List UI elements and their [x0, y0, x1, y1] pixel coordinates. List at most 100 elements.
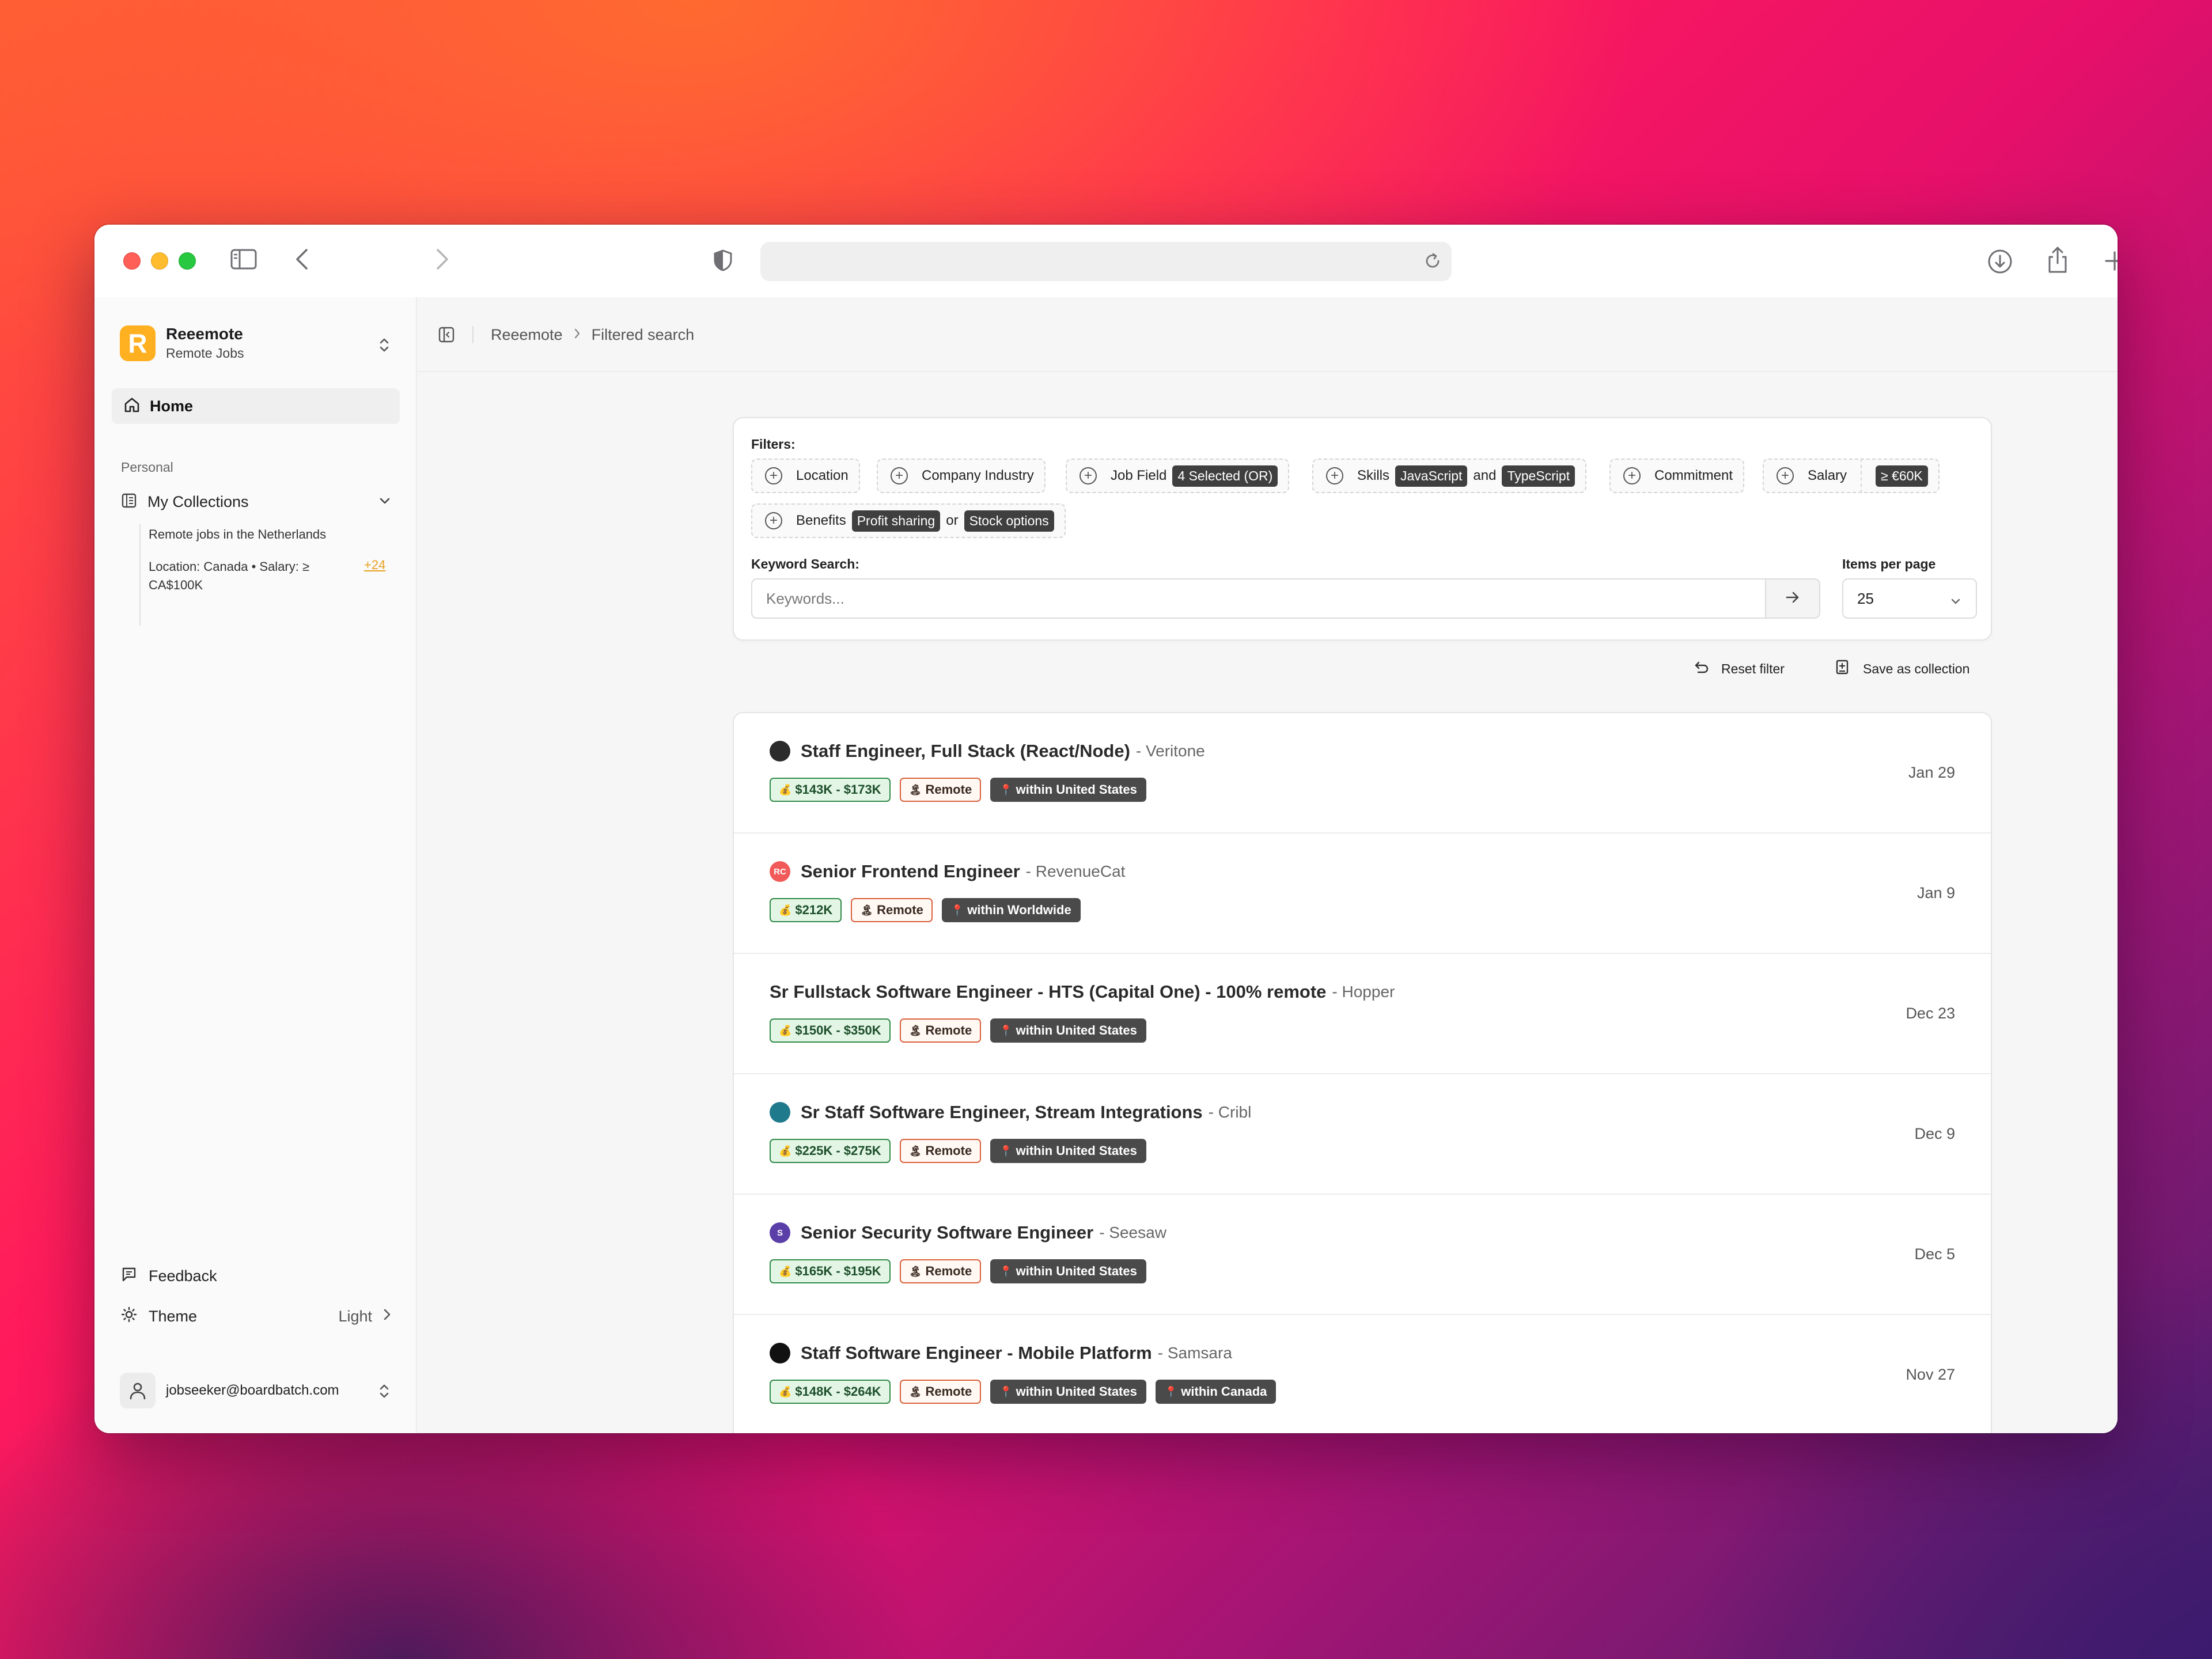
- sidebar-toggle-icon[interactable]: [230, 249, 257, 270]
- filter-commitment[interactable]: + Commitment: [1609, 459, 1745, 493]
- salary-badge-text: $225K - $275K: [795, 1143, 881, 1158]
- plus-circle-icon: +: [1326, 467, 1343, 484]
- plus-circle-icon: +: [765, 467, 782, 484]
- workspace-switcher[interactable]: R Reeemote Remote Jobs: [120, 325, 244, 361]
- job-row[interactable]: Sr Staff Software Engineer, Stream Integ…: [734, 1074, 1991, 1195]
- posted-date: Dec 5: [1914, 1245, 1955, 1263]
- address-bar[interactable]: [760, 242, 1452, 281]
- company-name: - Seesaw: [1099, 1224, 1166, 1241]
- downloads-icon[interactable]: [1987, 249, 2013, 274]
- breadcrumb-root[interactable]: Reeemote: [491, 326, 563, 344]
- job-title[interactable]: Sr Fullstack Software Engineer - HTS (Ca…: [770, 982, 1326, 1002]
- chevron-up-down-icon[interactable]: [378, 1382, 391, 1403]
- chevron-up-down-icon[interactable]: [378, 336, 391, 357]
- job-row[interactable]: Staff Engineer, Full Stack (React/Node) -…: [734, 713, 1991, 834]
- chevron-right-icon: [573, 326, 581, 344]
- salary-badge: 💰 $150K - $350K: [770, 1018, 891, 1043]
- feedback-label: Feedback: [149, 1267, 217, 1285]
- company-logo-icon: [770, 1343, 790, 1363]
- forward-icon[interactable]: [435, 248, 449, 271]
- job-tags: 💰 $143K - $173K 🏝 Remote 📍 within United Stat…: [770, 778, 1156, 802]
- job-title[interactable]: Senior Security Software Engineer: [801, 1222, 1093, 1243]
- filter-job-field[interactable]: + Job Field 4 Selected (OR): [1066, 459, 1290, 493]
- filter-label: Benefits: [796, 513, 846, 528]
- money-bag-icon: 💰: [779, 1385, 792, 1397]
- filter-location[interactable]: + Location: [751, 459, 860, 493]
- location-badge: 📍 within United States: [990, 1139, 1146, 1163]
- job-title[interactable]: Staff Engineer, Full Stack (React/Node): [801, 741, 1130, 762]
- close-window-button[interactable]: [123, 252, 141, 270]
- pin-icon: 📍: [999, 1265, 1013, 1277]
- plus-circle-icon: +: [765, 512, 782, 529]
- job-title-row: Staff Software Engineer - Mobile Platfor…: [770, 1343, 1232, 1363]
- collection-count-badge[interactable]: +24: [364, 558, 385, 573]
- chevron-right-icon: [382, 1308, 392, 1325]
- user-menu[interactable]: jobseeker@boardbatch.com: [120, 1372, 391, 1409]
- undo-icon: [1692, 659, 1709, 679]
- theme-switcher[interactable]: Theme Light: [121, 1306, 392, 1327]
- sidebar: R Reeemote Remote Jobs Home Personal My …: [94, 297, 417, 1433]
- job-title[interactable]: Senior Frontend Engineer: [801, 861, 1020, 882]
- divider: [472, 326, 474, 343]
- remote-badge-text: Remote: [925, 782, 972, 797]
- pin-icon: 📍: [1164, 1385, 1178, 1397]
- job-row[interactable]: Staff Software Engineer - Mobile Platfor…: [734, 1315, 1991, 1433]
- island-icon: 🏝: [908, 1385, 922, 1397]
- remote-badge-text: Remote: [925, 1384, 972, 1399]
- location-badge: 📍 within Canada: [1155, 1380, 1277, 1404]
- items-per-page-value: 25: [1857, 589, 1874, 607]
- job-title-row: Sr Fullstack Software Engineer - HTS (Ca…: [770, 982, 1395, 1002]
- sidebar-item-home[interactable]: Home: [112, 388, 400, 424]
- user-email: jobseeker@boardbatch.com: [166, 1382, 339, 1398]
- job-title[interactable]: Staff Software Engineer - Mobile Platfor…: [801, 1343, 1152, 1363]
- filter-label: Job Field: [1111, 468, 1167, 483]
- save-collection-label: Save as collection: [1863, 661, 1970, 676]
- filter-skills[interactable]: + Skills JavaScript and TypeScript: [1312, 459, 1587, 493]
- reset-filter-button[interactable]: Reset filter: [1692, 659, 1785, 679]
- pin-icon: 📍: [999, 1385, 1013, 1397]
- filter-conjunction: or: [946, 513, 959, 528]
- company-name: - Samsara: [1157, 1344, 1232, 1362]
- keyword-search-input[interactable]: [751, 578, 1766, 619]
- job-row[interactable]: S Senior Security Software Engineer - Sees…: [734, 1195, 1991, 1315]
- location-badge-text: within Worldwide: [967, 903, 1071, 917]
- avatar: [120, 1373, 156, 1408]
- job-row[interactable]: RC Senior Frontend Engineer - RevenueCat 💰 $…: [734, 834, 1991, 954]
- island-icon: 🏝: [908, 783, 922, 796]
- breadcrumb: Reeemote Filtered search: [491, 326, 694, 344]
- feedback-button[interactable]: Feedback: [121, 1266, 392, 1286]
- salary-badge-text: $150K - $350K: [795, 1023, 881, 1037]
- job-row[interactable]: Sr Fullstack Software Engineer - HTS (Ca…: [734, 954, 1991, 1074]
- browser-window: R Reeemote Remote Jobs Home Personal My …: [94, 225, 2118, 1433]
- job-title[interactable]: Sr Staff Software Engineer, Stream Integ…: [801, 1102, 1203, 1123]
- share-icon[interactable]: [2046, 245, 2069, 274]
- chevron-down-icon[interactable]: [378, 495, 392, 510]
- items-per-page-select[interactable]: 25: [1842, 578, 1977, 619]
- back-icon[interactable]: [295, 248, 309, 271]
- remote-badge: 🏝 Remote: [899, 778, 982, 802]
- filter-value-tag: 4 Selected (OR): [1172, 465, 1278, 487]
- location-badge: 📍 within United States: [990, 778, 1146, 802]
- privacy-shield-icon[interactable]: [713, 249, 733, 272]
- sun-icon: [121, 1306, 137, 1327]
- posted-date: Dec 9: [1914, 1125, 1955, 1142]
- minimize-window-button[interactable]: [151, 252, 168, 270]
- sidebar-item-my-collections[interactable]: My Collections: [121, 487, 392, 516]
- filter-salary[interactable]: + Salary ≥ €60K: [1763, 459, 1940, 493]
- reload-icon[interactable]: [1423, 251, 1442, 274]
- collection-item[interactable]: Location: Canada • Salary: ≥ CA$100K: [149, 558, 339, 594]
- search-submit-button[interactable]: [1765, 578, 1820, 619]
- collection-item[interactable]: Remote jobs in the Netherlands: [149, 525, 326, 544]
- filter-benefits[interactable]: + Benefits Profit sharing or Stock optio…: [751, 503, 1066, 538]
- remote-badge: 🏝 Remote: [851, 898, 933, 922]
- new-tab-icon[interactable]: [2104, 250, 2118, 272]
- save-collection-button[interactable]: Save as collection: [1834, 659, 1969, 679]
- filter-company-industry[interactable]: + Company Industry: [877, 459, 1046, 493]
- plus-circle-icon: +: [1777, 467, 1794, 484]
- remote-badge: 🏝 Remote: [899, 1259, 982, 1283]
- zoom-window-button[interactable]: [179, 252, 196, 270]
- toggle-sidebar-icon[interactable]: [438, 326, 455, 346]
- posted-date: Nov 27: [1906, 1366, 1955, 1383]
- money-bag-icon: 💰: [779, 783, 792, 796]
- job-tags: 💰 $150K - $350K 🏝 Remote 📍 within United Stat…: [770, 1018, 1156, 1043]
